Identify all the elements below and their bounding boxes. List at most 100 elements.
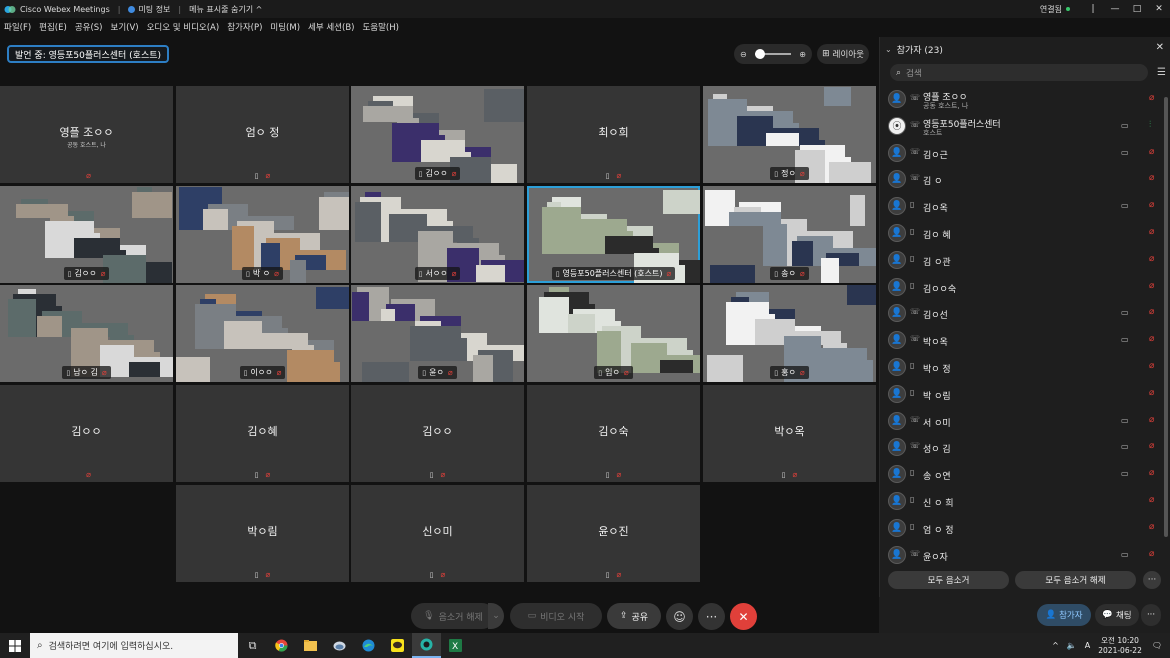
panel-more-button[interactable]: ··· [1143, 571, 1161, 589]
menu-view[interactable]: 보기(V) [111, 21, 139, 33]
muted-mic-icon[interactable]: ⌀ [1149, 254, 1154, 264]
leave-meeting-button[interactable]: ✕ [730, 603, 757, 630]
participant-row[interactable]: 👤 ☏ 성ㅇ 김 ▭ ⌀ [880, 434, 1160, 460]
participant-row[interactable]: 👤 ▯ 김ㅇ옥 ▭ ⌀ [880, 193, 1160, 219]
reactions-button[interactable]: ☺ [666, 603, 693, 630]
participant-tile[interactable]: ▯ 서ㅇㅇ ⌀ [351, 186, 524, 283]
hide-menu-button[interactable]: 메뉴 표시줄 숨기기 ^ [189, 4, 262, 15]
participant-row[interactable]: 👤 ☏ 김ㅇ선 ▭ ⌀ [880, 300, 1160, 326]
muted-mic-icon[interactable]: ⌀ [1149, 522, 1154, 532]
muted-mic-icon[interactable]: ⌀ [1149, 441, 1154, 451]
muted-mic-icon[interactable]: ⌀ [1149, 495, 1154, 505]
muted-mic-icon[interactable]: ⌀ [1149, 415, 1154, 425]
participant-tile[interactable]: 영플 조ㅇㅇ 공동 호스트, 나 ⌀ [0, 86, 173, 183]
ime-indicator[interactable]: A [1085, 641, 1090, 650]
zoom-out-icon[interactable]: ⊖ [740, 50, 747, 59]
participant-row[interactable]: 👤 ▯ 송 ㅇ연 ▭ ⌀ [880, 461, 1160, 487]
participants-panel-title[interactable]: ⌄ 참가자 (23) [885, 43, 943, 56]
participant-tile[interactable]: 김ㅇㅇ ▯ ⌀ [351, 385, 524, 482]
more-options-button[interactable]: ··· [698, 603, 725, 630]
minimize-button[interactable]: — [1104, 4, 1126, 14]
participant-tile[interactable]: 엄ㅇ 정 ▯ ⌀ [176, 86, 349, 183]
participant-tile[interactable]: ▯ 김ㅇㅇ ⌀ [0, 186, 173, 283]
task-view-icon[interactable]: ⧉ [238, 633, 267, 658]
participant-row[interactable]: 👤 ▯ 엄 ㅇ 정 ⌀ [880, 515, 1160, 541]
participant-tile[interactable]: ▯ 송ㅇ ⌀ [703, 186, 876, 283]
layout-button[interactable]: ⊞ 레이아웃 [817, 44, 869, 64]
participant-tile[interactable]: 박ㅇ림 ▯ ⌀ [176, 485, 349, 582]
participant-search-input[interactable]: ⌕ 검색 [890, 64, 1148, 81]
chat-tab-button[interactable]: 💬 채팅 [1095, 604, 1139, 626]
participants-tab-button[interactable]: 👤 참가자 [1037, 604, 1091, 626]
muted-mic-icon[interactable]: ⌀ [1149, 549, 1154, 559]
muted-mic-icon[interactable]: ⌀ [1149, 334, 1154, 344]
zoom-slider[interactable] [755, 49, 791, 59]
participant-tile[interactable]: ▯ 김ㅇㅇ ⌀ [351, 86, 524, 183]
muted-mic-icon[interactable]: ⌀ [1149, 147, 1154, 157]
start-video-button[interactable]: ▭ 비디오 시작 [510, 603, 602, 629]
participant-row[interactable]: 👤 ▯ 신 ㅇ 희 ⌀ [880, 488, 1160, 514]
mic-active-icon[interactable]: ⫶ [1149, 120, 1151, 130]
muted-mic-icon[interactable]: ⌀ [1149, 227, 1154, 237]
chrome-icon[interactable] [267, 633, 296, 658]
meeting-info-button[interactable]: 미팅 정보 [128, 4, 170, 15]
tray-overflow-icon[interactable]: ^ [1052, 641, 1059, 650]
menu-meeting[interactable]: 미팅(M) [270, 21, 300, 33]
close-window-button[interactable]: ✕ [1148, 4, 1170, 14]
windows-start-button[interactable] [0, 633, 30, 658]
muted-mic-icon[interactable]: ⌀ [1149, 173, 1154, 183]
zoom-slider-knob[interactable] [755, 49, 765, 59]
excel-icon[interactable]: X [441, 633, 470, 658]
participant-tile[interactable]: ▯ 남ㅇ 김 ⌀ [0, 285, 173, 382]
participant-row[interactable]: 👤 ▯ 박ㅇ 정 ⌀ [880, 354, 1160, 380]
participant-row[interactable]: ⦿ ☏ 영등포50플러스센터 호스트 ▭ ⫶ [880, 113, 1160, 139]
file-explorer-icon[interactable] [296, 633, 325, 658]
muted-mic-icon[interactable]: ⌀ [1149, 281, 1154, 291]
zoom-control[interactable]: ⊖ ⊕ [734, 44, 812, 64]
participant-tile[interactable]: 최ㅇ희 ▯ ⌀ [527, 86, 700, 183]
muted-mic-icon[interactable]: ⌀ [1149, 468, 1154, 478]
participant-row[interactable]: 👤 ▯ 김ㅇ 혜 ⌀ [880, 220, 1160, 246]
share-button[interactable]: ⇪ 공유 [607, 603, 661, 629]
participant-tile[interactable]: 김ㅇ숙 ▯ ⌀ [527, 385, 700, 482]
participant-row[interactable]: 👤 ▯ 김 ㅇ관 ⌀ [880, 247, 1160, 273]
audio-options-button[interactable]: ⌄ [488, 603, 504, 629]
kakaotalk-icon[interactable] [383, 633, 412, 658]
menu-edit[interactable]: 편집(E) [39, 21, 67, 33]
participant-tile[interactable]: ▯ 정ㅇ ⌀ [703, 86, 876, 183]
menu-help[interactable]: 도움말(H) [362, 21, 398, 33]
participant-list-scrollbar[interactable] [1164, 97, 1168, 537]
menu-share[interactable]: 공유(S) [75, 21, 103, 33]
participant-tile[interactable]: 신ㅇ미 ▯ ⌀ [351, 485, 524, 582]
menu-file[interactable]: 파일(F) [4, 21, 31, 33]
participant-tile[interactable]: ▯ 영등포50플러스센터 (호스트) ⌀ [527, 186, 700, 283]
participant-tile[interactable]: ▯ 홍ㅇ ⌀ [703, 285, 876, 382]
participant-row[interactable]: 👤 ▯ 김ㅇㅇ숙 ⌀ [880, 274, 1160, 300]
participant-row[interactable]: 👤 ☏ 김 ㅇ ⌀ [880, 166, 1160, 192]
participant-row[interactable]: 👤 ☏ 윤ㅇ자 ▭ ⌀ [880, 542, 1160, 568]
edge-icon[interactable] [354, 633, 383, 658]
participant-tile[interactable]: ▯ 윤ㅇ ⌀ [351, 285, 524, 382]
participant-tile[interactable]: ▯ 임ㅇ ⌀ [527, 285, 700, 382]
muted-mic-icon[interactable]: ⌀ [1149, 93, 1154, 103]
participant-tile[interactable]: ▯ 박 ㅇ ⌀ [176, 186, 349, 283]
participant-row[interactable]: 👤 ☏ 서 ㅇ미 ▭ ⌀ [880, 408, 1160, 434]
taskbar-search-input[interactable]: ⌕ 검색하려면 여기에 입력하십시오. [30, 633, 238, 658]
webex-taskbar-icon[interactable] [412, 633, 441, 658]
mute-all-button[interactable]: 모두 음소거 [888, 571, 1009, 589]
volume-icon[interactable]: 🔈 [1067, 641, 1077, 650]
muted-mic-icon[interactable]: ⌀ [1149, 200, 1154, 210]
maximize-button[interactable]: □ [1126, 4, 1148, 14]
participant-tile[interactable]: 김ㅇ혜 ▯ ⌀ [176, 385, 349, 482]
menu-breakout[interactable]: 세부 세션(B) [308, 21, 354, 33]
unmute-button[interactable]: 🎙 음소거 해제 [411, 603, 495, 629]
unmute-all-button[interactable]: 모두 음소거 해제 [1015, 571, 1136, 589]
participant-tile[interactable]: 박ㅇ옥 ▯ ⌀ [703, 385, 876, 482]
muted-mic-icon[interactable]: ⌀ [1149, 361, 1154, 371]
footer-more-button[interactable]: ··· [1141, 604, 1161, 626]
participant-row[interactable]: 👤 ☏ 영플 조ㅇㅇ 공동 호스트, 나 ⌀ [880, 86, 1160, 112]
whale-browser-icon[interactable] [325, 633, 354, 658]
sort-list-icon[interactable]: ☰ [1157, 67, 1166, 78]
participant-tile[interactable]: 윤ㅇ진 ▯ ⌀ [527, 485, 700, 582]
menu-participant[interactable]: 참가자(P) [227, 21, 262, 33]
